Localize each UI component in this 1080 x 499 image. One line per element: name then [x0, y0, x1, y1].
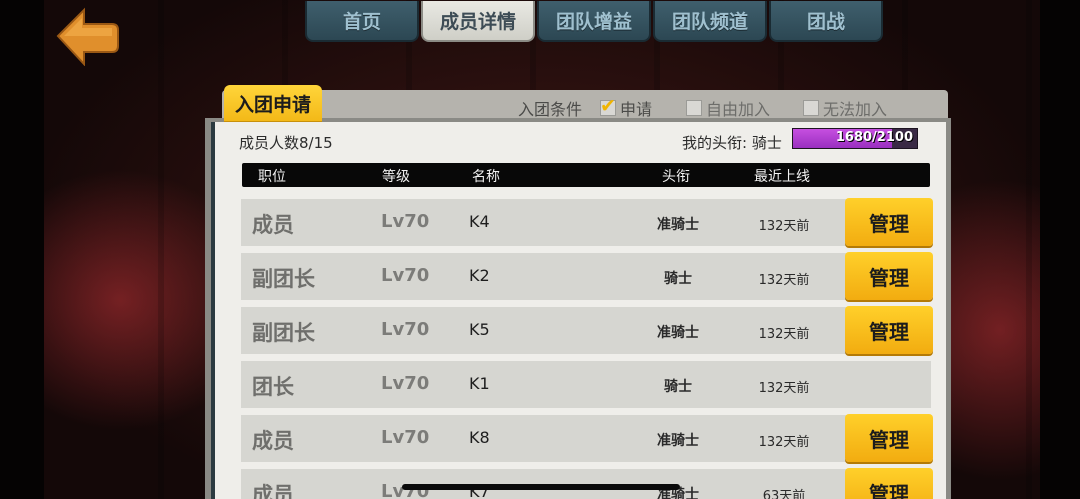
checkbox-no-join[interactable] [803, 100, 819, 116]
manage-button[interactable]: 管理 [845, 198, 933, 246]
member-title: 准骑士 [657, 217, 699, 233]
checkmark-icon: ✔ [600, 95, 616, 117]
option-no-join[interactable]: 无法加入 [803, 96, 887, 120]
member-count: 成员人数8/15 [239, 134, 333, 152]
title-progress-text: 1680/2100 [835, 130, 913, 145]
member-last-online: 132天前 [758, 219, 810, 234]
member-position: 副团长 [252, 321, 315, 345]
tab-home[interactable]: 首页 [305, 1, 419, 42]
top-tab-bar: 首页 成员详情 团队增益 团队频道 团战 [305, 1, 883, 43]
checkbox-apply[interactable]: ✔ [600, 95, 616, 117]
join-condition-label: 入团条件 [518, 100, 583, 119]
option-no-join-label: 无法加入 [823, 100, 888, 119]
member-level: Lv70 [381, 319, 430, 340]
member-position: 成员 [252, 483, 294, 499]
member-name: K5 [469, 320, 490, 339]
member-title: 骑士 [664, 379, 692, 395]
my-title: 我的头衔: 骑士 [682, 132, 782, 153]
header-position: 职位 [258, 169, 286, 185]
table-header: 职位 等级 名称 头衔 最近上线 [242, 163, 930, 187]
member-last-online: 132天前 [758, 327, 810, 342]
member-title: 准骑士 [657, 433, 699, 449]
screen-edge-right [1040, 0, 1080, 499]
table-row: 团长 Lv70 K1 骑士 132天前 [241, 361, 931, 408]
header-name: 名称 [472, 169, 500, 185]
table-row: 副团长 Lv70 K5 准骑士 132天前 管理 [241, 306, 933, 354]
member-name: K4 [469, 212, 490, 231]
member-level: Lv70 [381, 211, 430, 232]
table-row: 副团长 Lv70 K2 骑士 132天前 管理 [241, 252, 933, 300]
title-progress-bar: 1680/2100 [792, 128, 918, 149]
manage-button[interactable]: 管理 [845, 414, 933, 462]
checkbox-free-join[interactable] [686, 100, 702, 116]
tab-team-channel[interactable]: 团队频道 [653, 1, 767, 42]
screen-edge-left [0, 0, 44, 499]
back-arrow-icon [56, 7, 119, 67]
option-apply-label: 申请 [620, 100, 653, 119]
option-apply[interactable]: ✔ 申请 [600, 95, 653, 120]
member-list: 成员 Lv70 K4 准骑士 132天前 管理 副团长 Lv70 K2 骑士 132天前 管理 副团长 L… [241, 198, 933, 499]
member-position: 副团长 [252, 267, 315, 291]
member-position: 成员 [252, 213, 294, 237]
tab-member-details[interactable]: 成员详情 [421, 1, 535, 42]
member-level: Lv70 [381, 373, 430, 394]
member-name: K1 [469, 374, 490, 393]
back-button[interactable] [54, 6, 120, 67]
option-free-join[interactable]: 自由加入 [686, 96, 770, 120]
member-last-online: 132天前 [758, 273, 810, 288]
member-title: 骑士 [664, 271, 692, 287]
header-title: 头衔 [662, 169, 690, 185]
home-indicator [402, 484, 680, 490]
my-title-label: 我的头衔: [682, 134, 748, 152]
member-level: Lv70 [381, 427, 430, 448]
table-row: 成员 Lv70 K4 准骑士 132天前 管理 [241, 198, 933, 246]
member-name: K8 [469, 428, 490, 447]
member-last-online: 132天前 [758, 381, 810, 396]
member-last-online: 132天前 [758, 435, 810, 450]
table-row: 成员 Lv70 K8 准骑士 132天前 管理 [241, 414, 933, 462]
member-position: 团长 [252, 375, 294, 399]
member-position: 成员 [252, 429, 294, 453]
manage-button[interactable]: 管理 [845, 252, 933, 300]
my-title-value: 骑士 [751, 134, 782, 152]
manage-button[interactable]: 管理 [845, 468, 933, 499]
manage-button[interactable]: 管理 [845, 306, 933, 354]
member-title: 准骑士 [657, 325, 699, 341]
tab-team-buffs[interactable]: 团队增益 [537, 1, 651, 42]
header-last-online: 最近上线 [754, 169, 810, 185]
option-free-join-label: 自由加入 [706, 100, 771, 119]
tab-team-battle[interactable]: 团战 [769, 1, 883, 42]
header-level: 等级 [382, 169, 410, 185]
member-last-online: 63天前 [762, 489, 806, 499]
member-name: K2 [469, 266, 490, 285]
join-requests-tab[interactable]: 入团申请 [224, 85, 322, 122]
member-level: Lv70 [381, 265, 430, 286]
